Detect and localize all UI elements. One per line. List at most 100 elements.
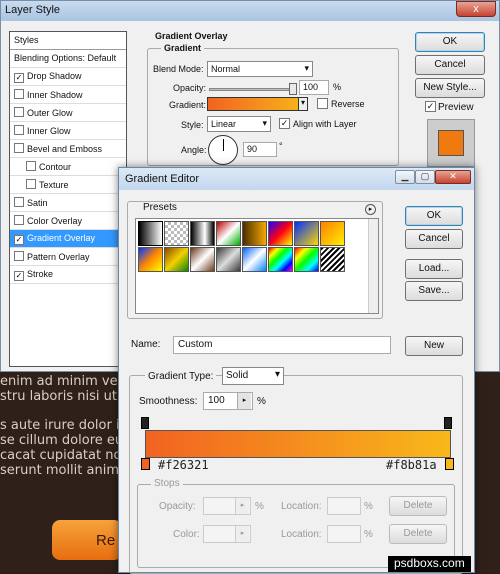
opacity-input[interactable]: 100 (299, 80, 329, 95)
opacity-stop-end[interactable] (444, 417, 452, 429)
color-stop-end[interactable] (445, 458, 454, 470)
minimize-button[interactable]: ▁ (395, 170, 415, 184)
background-text-line: stru laboris nisi ut e (0, 389, 130, 404)
opacity-location-input[interactable] (327, 497, 361, 515)
preset-swatch[interactable] (268, 221, 293, 246)
color-location-label: Location: (281, 529, 322, 540)
gradient-type-select[interactable]: Solid ▾ (222, 367, 284, 385)
preset-swatch[interactable] (320, 221, 345, 246)
cancel-button[interactable]: Cancel (415, 55, 485, 75)
style-list-item[interactable]: Satin (10, 194, 126, 212)
location-percent: % (364, 501, 373, 512)
background-text-line: enim ad minim venia (0, 374, 138, 389)
angle-dial-needle (223, 139, 224, 151)
style-list-item[interactable]: ✓ Stroke (10, 266, 126, 284)
new-style-button[interactable]: New Style... (415, 78, 485, 98)
preset-swatch[interactable] (216, 221, 241, 246)
opacity-stop-start[interactable] (141, 417, 149, 429)
close-button[interactable]: ✕ (435, 170, 471, 184)
delete-opacity-stop-button[interactable]: Delete (389, 496, 447, 516)
chevron-right-icon[interactable]: ▸ (235, 526, 249, 542)
preset-swatch[interactable] (242, 247, 267, 272)
style-list-label: Blending Options: Default (14, 53, 117, 63)
style-checkbox[interactable]: ✓ (14, 235, 24, 245)
reverse-checkbox[interactable] (317, 98, 328, 109)
style-list-label: Pattern Overlay (27, 252, 90, 262)
style-checkbox[interactable] (14, 143, 24, 153)
preset-swatch[interactable] (190, 221, 215, 246)
ok-button[interactable]: OK (415, 32, 485, 52)
style-checkbox[interactable]: ✓ (14, 73, 24, 83)
preset-swatch[interactable] (294, 221, 319, 246)
gradient-type-label: Gradient Type: (145, 371, 217, 382)
preset-swatch[interactable] (138, 247, 163, 272)
style-list-item[interactable]: Inner Shadow (10, 86, 126, 104)
chevron-down-icon[interactable]: ▾ (298, 97, 308, 111)
end-color-hex: #f8b81a (386, 458, 437, 472)
style-checkbox[interactable] (26, 179, 36, 189)
style-list-label: Stroke (27, 269, 54, 279)
style-checkbox[interactable]: ✓ (14, 271, 24, 281)
ok-button[interactable]: OK (405, 206, 463, 226)
style-checkbox[interactable] (14, 251, 24, 261)
preset-swatch[interactable] (190, 247, 215, 272)
chevron-right-icon[interactable]: ▸ (237, 393, 251, 409)
style-list-item[interactable]: ✓ Drop Shadow (10, 68, 126, 86)
preview-checkbox[interactable]: ✓ (425, 101, 436, 112)
preset-swatch[interactable] (268, 247, 293, 272)
color-stop-start[interactable] (141, 458, 150, 470)
preset-swatch[interactable] (320, 247, 345, 272)
style-select[interactable]: Linear ▾ (207, 116, 271, 132)
style-list-item[interactable]: Pattern Overlay (10, 248, 126, 266)
preset-swatch[interactable] (242, 221, 267, 246)
angle-dial[interactable] (208, 135, 238, 165)
angle-input[interactable]: 90 (243, 142, 277, 157)
maximize-button[interactable]: ▢ (415, 170, 435, 184)
color-location-input[interactable] (327, 525, 361, 543)
style-checkbox[interactable] (14, 107, 24, 117)
save-button[interactable]: Save... (405, 281, 463, 301)
presets-scrollbar[interactable] (368, 219, 378, 313)
preset-swatch[interactable] (216, 247, 241, 272)
gradient-preview[interactable] (207, 97, 307, 111)
cancel-button[interactable]: Cancel (405, 229, 463, 249)
style-list-item[interactable]: Blending Options: Default (10, 50, 126, 68)
style-checkbox[interactable] (26, 161, 36, 171)
blend-mode-label: Blend Mode: (153, 64, 204, 74)
style-list-label: Bevel and Emboss (27, 144, 103, 154)
opacity-unit: % (333, 82, 342, 92)
style-value: Linear (211, 119, 237, 129)
style-list-item[interactable]: Texture (10, 176, 126, 194)
opacity-slider-track[interactable] (209, 88, 295, 91)
opacity-slider-handle[interactable] (289, 83, 297, 95)
styles-header[interactable]: Styles (10, 32, 126, 50)
style-checkbox[interactable] (14, 197, 24, 207)
preview-swatch (438, 130, 464, 156)
new-button[interactable]: New (405, 336, 463, 356)
preset-swatch[interactable] (164, 221, 189, 246)
blend-mode-select[interactable]: Normal ▾ (207, 61, 313, 77)
chevron-right-icon[interactable]: ▸ (235, 498, 249, 514)
name-input[interactable]: Custom (173, 336, 391, 354)
section-title: Gradient Overlay (155, 31, 228, 41)
opacity-label: Opacity: (173, 83, 207, 93)
load-button[interactable]: Load... (405, 259, 463, 279)
presets-menu-icon[interactable]: ▸ (365, 204, 376, 215)
delete-color-stop-button[interactable]: Delete (389, 524, 447, 544)
style-list-item[interactable]: Outer Glow (10, 104, 126, 122)
preset-swatch[interactable] (294, 247, 319, 272)
align-checkbox[interactable]: ✓ (279, 118, 290, 129)
preset-swatch[interactable] (138, 221, 163, 246)
style-checkbox[interactable] (14, 89, 24, 99)
style-list-item[interactable]: Inner Glow (10, 122, 126, 140)
style-list-item[interactable]: Bevel and Emboss (10, 140, 126, 158)
style-list-item[interactable]: Contour (10, 158, 126, 176)
style-list-item[interactable]: Color Overlay (10, 212, 126, 230)
style-checkbox[interactable] (14, 125, 24, 135)
close-button[interactable]: x (456, 1, 496, 17)
gradient-bar[interactable] (145, 430, 451, 458)
background-text-line: serunt mollit anim id (0, 463, 135, 478)
style-checkbox[interactable] (14, 215, 24, 225)
style-list-item[interactable]: ✓ Gradient Overlay (10, 230, 126, 248)
preset-swatch[interactable] (164, 247, 189, 272)
